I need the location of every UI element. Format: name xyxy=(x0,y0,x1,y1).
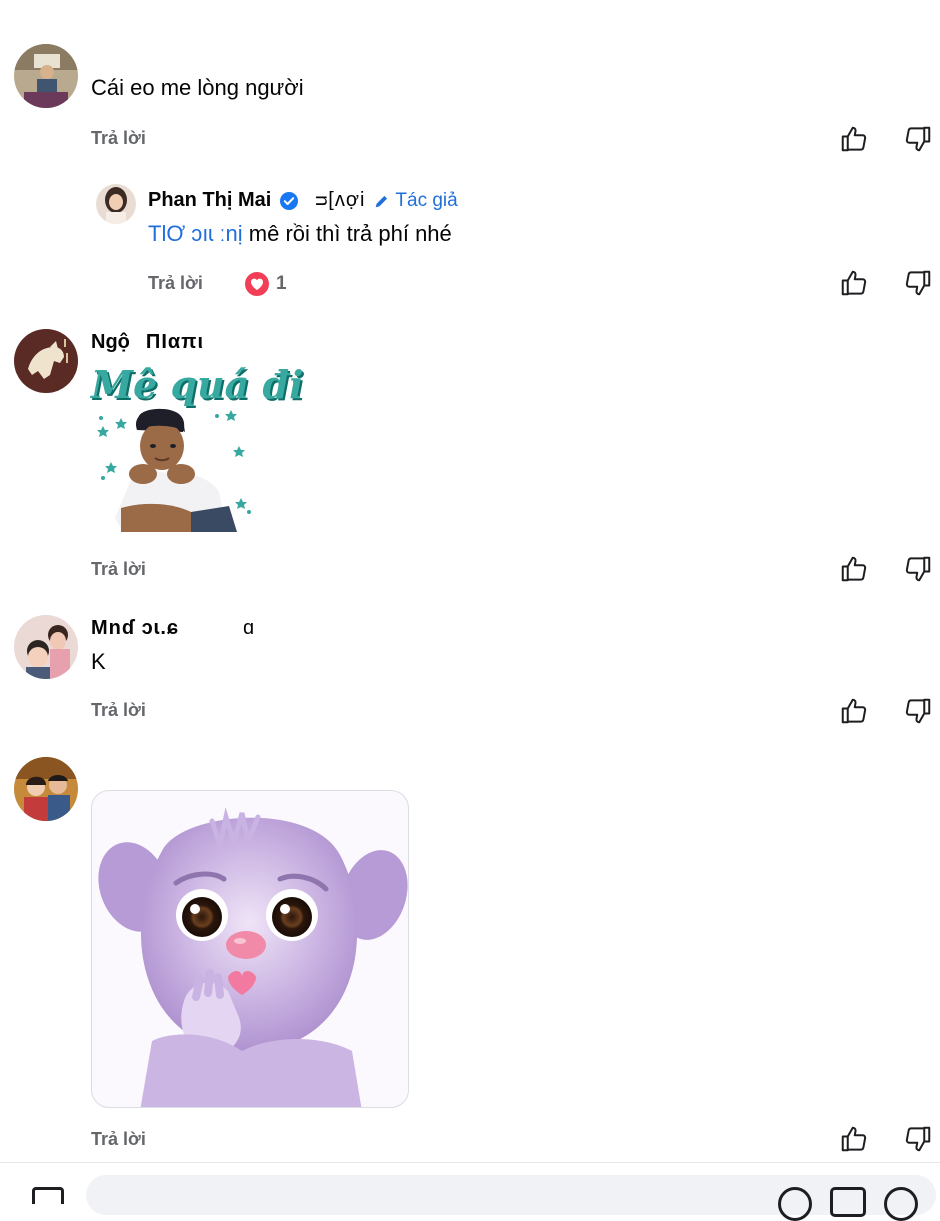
comment-author: Mnɗ ɔɩ.ɕ ɑ xyxy=(91,617,255,640)
comment-text: mê rồi thì trả phí nhé xyxy=(248,221,452,246)
author-badge: Tác giả xyxy=(373,189,458,212)
emoji-icon[interactable] xyxy=(778,1187,812,1221)
thumbs-down-icon[interactable] xyxy=(903,268,933,298)
avatar-image xyxy=(14,615,78,679)
avatar-image xyxy=(14,329,78,393)
avatar-author[interactable] xyxy=(96,184,136,224)
author-name[interactable]: Ngộ xyxy=(91,331,130,354)
sticker-icon[interactable] xyxy=(884,1187,918,1221)
author-name-tail: ɑ xyxy=(243,617,256,639)
reply-header: Phan Thị Mai ᴝ[ᴧợi Tác giả xyxy=(148,189,458,212)
reply-text-row: TlƠ ɔıɩ ːnị mê rồi thì trả phí nhé xyxy=(148,221,452,247)
sticker-purple-creature-image xyxy=(98,807,408,1107)
mention-link[interactable]: TlƠ ɔıɩ ːnị xyxy=(148,221,243,246)
heart-reaction-icon xyxy=(244,271,270,297)
thumbs-up-icon[interactable] xyxy=(839,554,869,584)
sticker-me-qua-di[interactable]: Mê quá đi xyxy=(91,360,304,540)
reply-button[interactable]: Trả lời xyxy=(91,700,146,721)
author-nickname: ᴝ[ᴧợi xyxy=(315,189,366,211)
author-name[interactable]: Phan Thị Mai xyxy=(148,189,271,212)
thumbs-up-icon[interactable] xyxy=(839,1124,869,1154)
reaction-summary[interactable]: 1 xyxy=(244,271,287,297)
author-name-scribble: ΠΙαπι xyxy=(145,331,205,353)
avatar-commenter-3[interactable] xyxy=(14,329,78,393)
verified-badge-icon xyxy=(279,191,299,211)
reaction-count: 1 xyxy=(276,273,287,294)
comment-text: K xyxy=(91,649,106,674)
thumbs-up-icon[interactable] xyxy=(839,696,869,726)
camera-icon[interactable] xyxy=(32,1187,64,1204)
comment-author: Ngộ ΠΙαπι xyxy=(91,331,204,354)
author-name[interactable]: Mnɗ ɔɩ.ɕ xyxy=(91,617,179,640)
avatar-commenter-1[interactable] xyxy=(14,44,78,108)
thumbs-down-icon[interactable] xyxy=(903,554,933,584)
avatar-image xyxy=(14,44,78,108)
reply-button[interactable]: Trả lời xyxy=(91,1129,146,1150)
reply-button[interactable]: Trả lời xyxy=(91,559,146,580)
sticker-boy-image xyxy=(97,408,251,532)
avatar-image xyxy=(14,757,78,821)
avatar-commenter-4[interactable] xyxy=(14,615,78,679)
sticker-text: Mê quá đi xyxy=(91,362,304,407)
gif-icon[interactable] xyxy=(830,1187,866,1217)
sticker-kiss-card[interactable] xyxy=(91,790,409,1108)
author-badge-label: Tác giả xyxy=(395,189,458,211)
thumbs-down-icon[interactable] xyxy=(903,124,933,154)
pencil-icon xyxy=(373,192,391,210)
avatar-commenter-5[interactable] xyxy=(14,757,78,821)
reply-button[interactable]: Trả lời xyxy=(148,273,203,294)
composer-bar xyxy=(0,1162,940,1221)
thumbs-up-icon[interactable] xyxy=(839,124,869,154)
avatar-image xyxy=(96,184,136,224)
comment-text: Cái eo me lòng người xyxy=(91,75,304,100)
reply-button[interactable]: Trả lời xyxy=(91,128,146,149)
thumbs-down-icon[interactable] xyxy=(903,1124,933,1154)
thumbs-up-icon[interactable] xyxy=(839,268,869,298)
thumbs-down-icon[interactable] xyxy=(903,696,933,726)
